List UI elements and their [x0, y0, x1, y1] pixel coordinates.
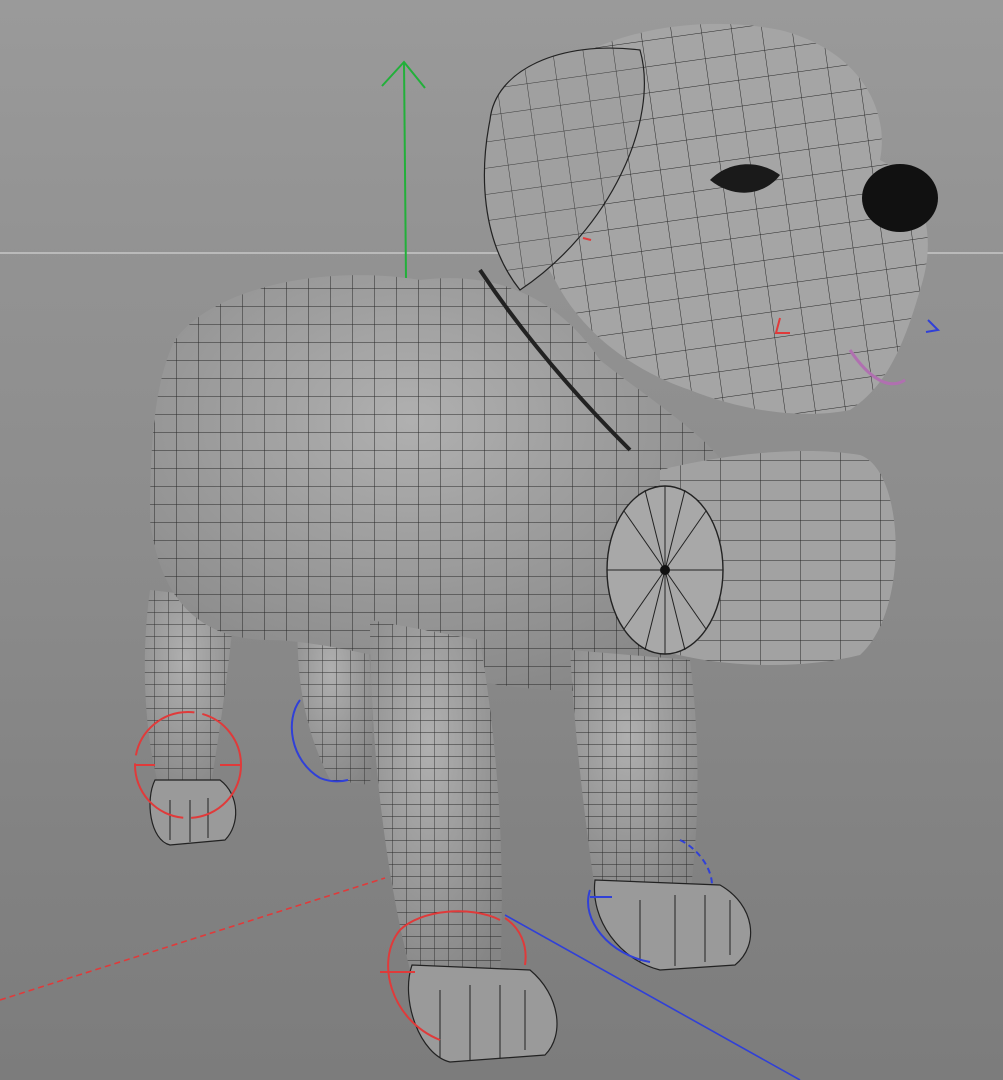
3d-viewport[interactable]: [0, 0, 1003, 1080]
viewport-canvas[interactable]: [0, 0, 1003, 1080]
dog-nose: [862, 164, 938, 232]
y-axis-arrow-icon[interactable]: [381, 60, 426, 281]
x-axis-line: [0, 877, 386, 1001]
front-left-leg[interactable]: [570, 650, 752, 971]
